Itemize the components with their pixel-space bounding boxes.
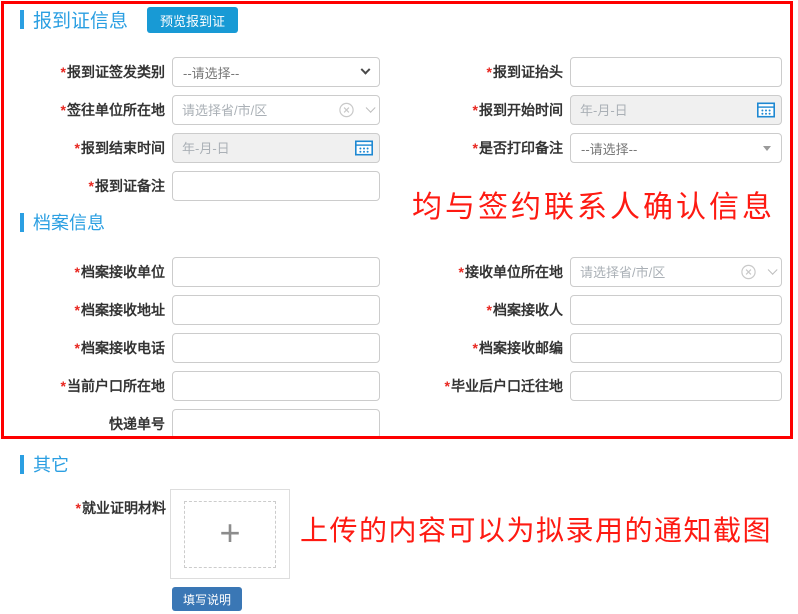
field-label: *报到证抬头 [400,62,570,82]
required-mark: * [459,264,464,280]
field-cert-note: *报到证备注 [0,171,380,201]
section-header-certificate: 报到证信息 [20,6,128,33]
field-archive-addr: *档案接收地址 [0,295,380,325]
required-mark: * [445,378,450,394]
annotation-upload-hint: 上传的内容可以为拟录用的通知截图 [300,509,772,549]
field-label: *毕业后户口迁往地 [400,376,570,396]
chevron-down-icon[interactable] [365,107,372,114]
required-mark: * [473,140,478,156]
clear-circle-x-icon[interactable] [741,265,756,280]
section-header-archive: 档案信息 [20,209,105,235]
field-label: *档案接收人 [400,300,570,320]
field-label: *是否打印备注 [400,138,570,158]
field-label: *档案接收单位 [0,262,172,282]
plus-icon: + [219,515,240,551]
required-mark: * [75,264,80,280]
required-mark: * [76,500,81,516]
calendar-icon[interactable] [757,103,775,118]
field-label: *档案接收电话 [0,338,172,358]
section-title-archive: 档案信息 [33,209,105,235]
required-mark: * [61,64,66,80]
field-issue-type: *报到证签发类别 --请选择-- [0,57,380,87]
print-note-select[interactable]: --请选择-- [570,133,782,163]
field-print-note: *是否打印备注 --请选择-- [400,133,782,163]
required-mark: * [487,64,492,80]
upload-dashed-area[interactable]: + [184,501,276,568]
field-label: *报到开始时间 [400,100,570,120]
field-start-time: *报到开始时间 [400,95,782,125]
field-current-hukou: *当前户口所在地 [0,371,380,401]
field-label: *档案接收地址 [0,300,172,320]
required-mark: * [473,340,478,356]
field-label: *档案接收邮编 [400,338,570,358]
grad-hukou-input[interactable] [570,371,782,401]
section-bar [20,213,24,232]
field-cert-title: *报到证抬头 [400,57,782,87]
select-value: --请选择-- [581,139,763,158]
employment-proof-upload[interactable]: + [170,489,290,579]
required-mark: * [75,302,80,318]
field-employment-proof-label: *就业证明材料 [0,498,166,518]
required-mark: * [75,140,80,156]
triangle-down-icon [763,146,771,151]
cert-note-input[interactable] [172,171,380,201]
field-grad-hukou: *毕业后户口迁往地 [400,371,782,401]
archive-zip-input[interactable] [570,333,782,363]
required-mark: * [61,102,66,118]
field-unit-region: *签往单位所在地 [0,95,380,125]
field-archive-unit: *档案接收单位 [0,257,380,287]
fill-note-button[interactable]: 填写说明 [172,587,242,611]
required-mark: * [61,378,66,394]
field-label: *报到证备注 [0,176,172,196]
field-archive-zip: *档案接收邮编 [400,333,782,363]
archive-phone-input[interactable] [172,333,380,363]
section-bar [20,455,24,474]
clear-circle-x-icon[interactable] [339,103,354,118]
required-mark: * [89,178,94,194]
calendar-icon[interactable] [355,141,373,156]
field-label: 快递单号 [0,414,172,434]
field-label: *签往单位所在地 [0,100,172,120]
archive-receiver-input[interactable] [570,295,782,325]
field-label: *报到证签发类别 [0,62,172,82]
required-mark: * [75,340,80,356]
field-archive-phone: *档案接收电话 [0,333,380,363]
archive-addr-input[interactable] [172,295,380,325]
end-time-input[interactable] [172,133,380,163]
section-title-other: 其它 [33,451,69,477]
annotation-confirm-info: 均与签约联系人确认信息 [412,182,775,226]
required-mark: * [487,302,492,318]
section-bar [20,10,24,29]
chevron-down-icon [361,64,371,74]
required-mark: * [473,102,478,118]
field-archive-region: *接收单位所在地 [400,257,782,287]
current-hukou-input[interactable] [172,371,380,401]
field-end-time: *报到结束时间 [0,133,380,163]
chevron-down-icon[interactable] [767,269,774,276]
field-archive-receiver: *档案接收人 [400,295,782,325]
field-label: *报到结束时间 [0,138,172,158]
archive-unit-input[interactable] [172,257,380,287]
section-title-certificate: 报到证信息 [33,6,128,33]
section-header-other: 其它 [20,451,69,477]
cert-title-input[interactable] [570,57,782,87]
field-express-no: 快递单号 [0,409,380,439]
start-time-input[interactable] [570,95,782,125]
select-value: --请选择-- [183,63,362,82]
issue-type-select[interactable]: --请选择-- [172,57,380,87]
express-no-input[interactable] [172,409,380,439]
preview-certificate-button[interactable]: 预览报到证 [147,7,238,33]
field-label: *接收单位所在地 [400,262,570,282]
field-label: *当前户口所在地 [0,376,172,396]
